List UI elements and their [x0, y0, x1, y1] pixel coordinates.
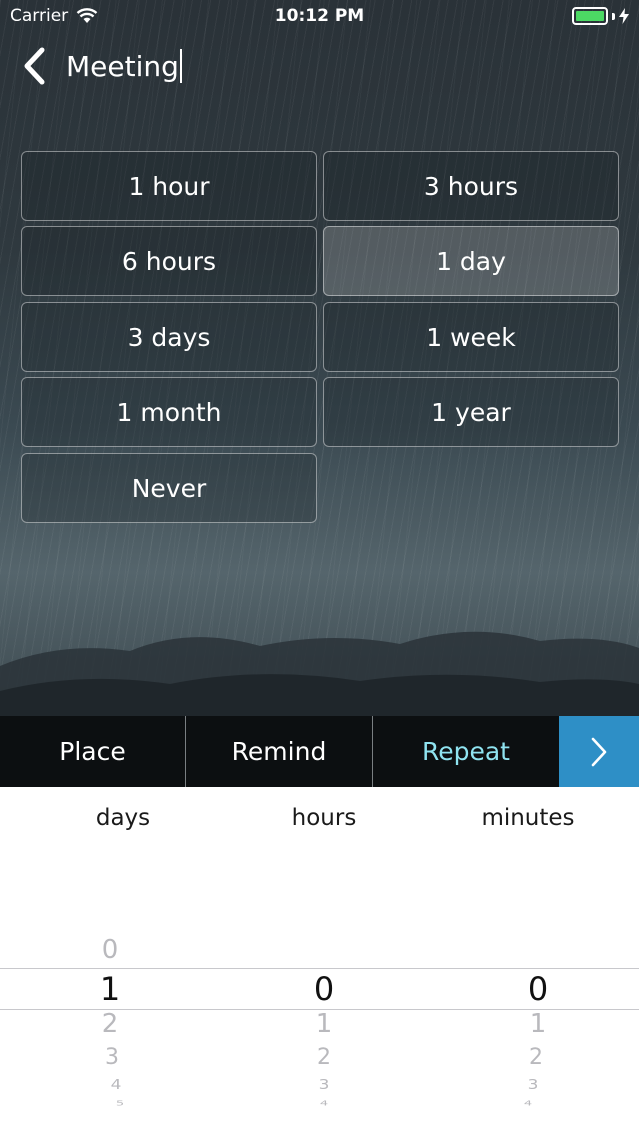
battery-indicator: [572, 7, 629, 25]
minutes-value-below[interactable]: 4: [488, 1099, 568, 1107]
picker-minutes-header: minutes: [481, 805, 575, 831]
charging-bolt-icon: [619, 8, 629, 24]
nav-bar: Meeting: [0, 38, 639, 94]
option-3-hours[interactable]: 3 hours: [323, 151, 619, 221]
duration-picker[interactable]: days hours minutes 0 1 2 3 4 5 0 1 2 3 4…: [0, 787, 639, 1136]
picker-hours-header: hours: [291, 805, 357, 831]
option-1-month[interactable]: 1 month: [21, 377, 317, 447]
status-bar: Carrier 10:12 PM: [0, 0, 639, 34]
days-value-below[interactable]: 2: [70, 1009, 150, 1039]
option-never[interactable]: Never: [21, 453, 317, 523]
hours-value-below[interactable]: 1: [284, 1009, 364, 1039]
battery-icon: [572, 7, 608, 25]
minutes-value-below[interactable]: 3: [493, 1077, 573, 1093]
back-chevron-icon[interactable]: [18, 44, 52, 88]
tab-remind[interactable]: Remind: [186, 716, 373, 787]
option-1-hour[interactable]: 1 hour: [21, 151, 317, 221]
picker-days-header: days: [95, 805, 151, 831]
event-title-text: Meeting: [66, 49, 179, 83]
next-button[interactable]: [559, 716, 639, 787]
mountains-silhouette: [0, 631, 639, 716]
days-value-above[interactable]: 0: [70, 935, 150, 965]
status-time: 10:12 PM: [274, 6, 365, 26]
days-value-below[interactable]: 3: [72, 1045, 152, 1070]
tab-place[interactable]: Place: [0, 716, 186, 787]
option-1-week[interactable]: 1 week: [323, 302, 619, 372]
hours-value-selected[interactable]: 0: [284, 970, 364, 1008]
option-6-hours[interactable]: 6 hours: [21, 226, 317, 296]
option-1-day[interactable]: 1 day: [323, 226, 619, 296]
hours-value-below[interactable]: 4: [284, 1099, 364, 1107]
option-1-year[interactable]: 1 year: [323, 377, 619, 447]
hours-value-below[interactable]: 2: [284, 1045, 364, 1070]
minutes-value-below[interactable]: 2: [496, 1045, 576, 1070]
minutes-value-selected[interactable]: 0: [498, 970, 578, 1008]
tab-bar: Place Remind Repeat: [0, 716, 639, 787]
days-value-selected[interactable]: 1: [70, 970, 150, 1008]
option-3-days[interactable]: 3 days: [21, 302, 317, 372]
chevron-right-icon: [591, 737, 607, 766]
text-cursor: [179, 49, 182, 83]
days-value-below[interactable]: 5: [80, 1099, 160, 1107]
minutes-value-below[interactable]: 1: [498, 1009, 578, 1039]
tab-repeat[interactable]: Repeat: [373, 716, 559, 787]
days-value-below[interactable]: 4: [76, 1077, 156, 1093]
hours-value-below[interactable]: 3: [284, 1077, 364, 1093]
event-title-input[interactable]: Meeting: [66, 46, 466, 86]
